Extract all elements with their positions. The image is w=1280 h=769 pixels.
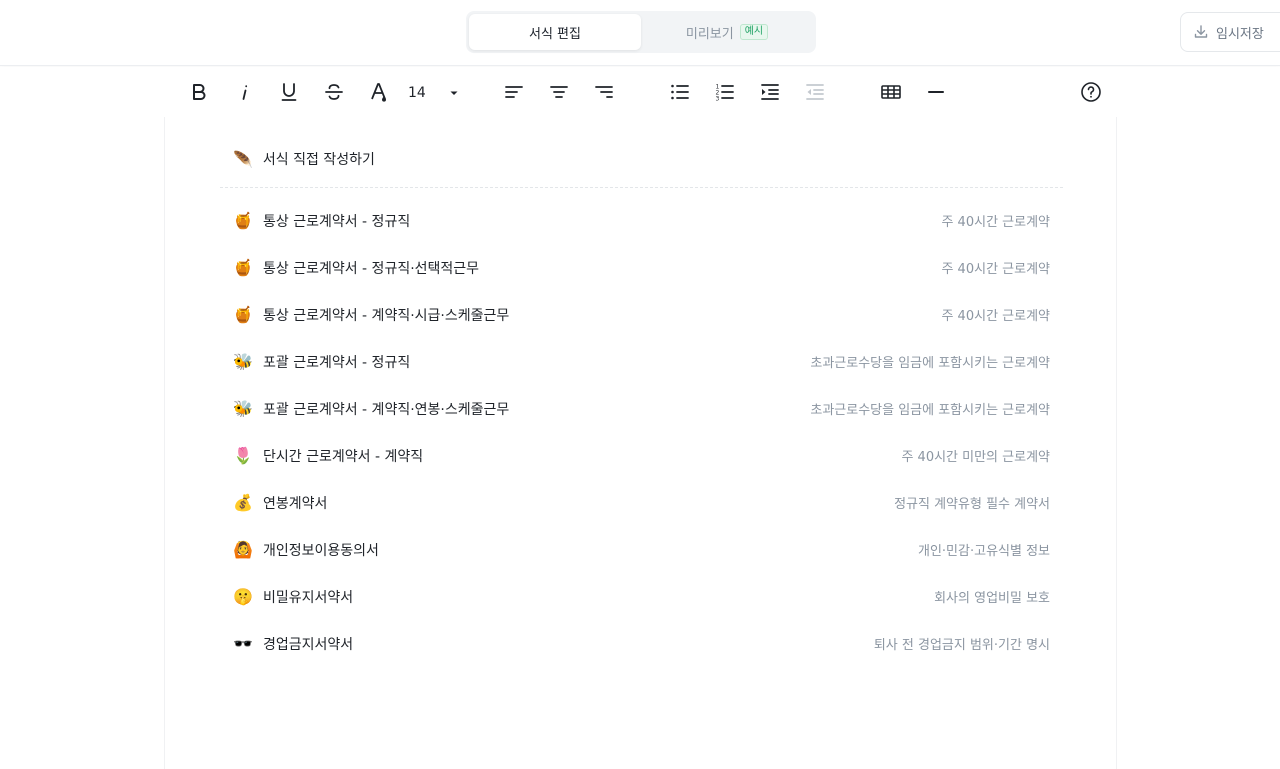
- template-item[interactable]: 🐝 포괄 근로계약서 - 계약직·연봉·스케줄근무 초과근로수당을 임금에 포함…: [220, 385, 1063, 432]
- horizontal-rule-button[interactable]: [922, 78, 950, 106]
- template-description: 회사의 영업비밀 보호: [934, 591, 1050, 606]
- template-list: 🍯 통상 근로계약서 - 정규직 주 40시간 근로계약 🍯 통상 근로계약서 …: [220, 197, 1063, 667]
- italic-button[interactable]: [230, 78, 258, 106]
- bullet-list-button[interactable]: [666, 78, 694, 106]
- temp-save-label: 임시저장: [1216, 26, 1264, 42]
- template-description: 정규직 계약유형 필수 계약서: [894, 497, 1050, 512]
- template-item[interactable]: 🕶️ 경업금지서약서 퇴사 전 경업금지 범위·기간 명시: [220, 620, 1063, 667]
- template-description: 주 40시간 근로계약: [941, 309, 1050, 324]
- template-title: 통상 근로계약서 - 정규직·선택적근무: [263, 260, 480, 277]
- indent-icon: [761, 84, 779, 100]
- tab-edit-format[interactable]: 서식 편집: [469, 14, 641, 50]
- honey-pot-icon: 🍯: [233, 257, 253, 277]
- bee-icon: 🐝: [233, 351, 253, 371]
- template-description: 주 40시간 근로계약: [941, 262, 1050, 277]
- tulip-icon: 🌷: [233, 445, 253, 465]
- template-title: 포괄 근로계약서 - 정규직: [263, 354, 411, 371]
- help-button[interactable]: [1077, 78, 1105, 106]
- outdent-button[interactable]: [801, 78, 829, 106]
- numbered-list-icon: 123: [716, 84, 734, 103]
- bee-icon: 🐝: [233, 398, 253, 418]
- template-title: 연봉계약서: [263, 495, 328, 512]
- align-left-button[interactable]: [500, 78, 528, 106]
- template-item[interactable]: 🙆 개인정보이용동의서 개인·민감·고유식별 정보: [220, 526, 1063, 573]
- outdent-icon: [806, 84, 824, 100]
- mode-toggle: 서식 편집 미리보기 예시: [466, 11, 816, 53]
- align-right-button[interactable]: [590, 78, 618, 106]
- template-description: 개인·민감·고유식별 정보: [918, 544, 1050, 559]
- template-description: 초과근로수당을 임금에 포함시키는 근로계약: [810, 356, 1050, 371]
- template-item[interactable]: 🐝 포괄 근로계약서 - 정규직 초과근로수당을 임금에 포함시키는 근로계약: [220, 338, 1063, 385]
- align-center-button[interactable]: [545, 78, 573, 106]
- template-description: 주 40시간 근로계약: [941, 215, 1050, 230]
- money-bag-icon: 💰: [233, 492, 253, 512]
- template-title: 개인정보이용동의서: [263, 542, 379, 559]
- align-left-icon: [505, 86, 523, 98]
- template-description: 퇴사 전 경업금지 범위·기간 명시: [873, 638, 1050, 653]
- help-icon: [1081, 82, 1101, 102]
- font-size-value: 14: [408, 85, 426, 101]
- template-title: 통상 근로계약서 - 정규직: [263, 213, 411, 230]
- top-header: 서식 편집 미리보기 예시 임시저장: [0, 0, 1280, 66]
- align-center-icon: [550, 86, 568, 98]
- bold-button[interactable]: [185, 78, 213, 106]
- underline-button[interactable]: [275, 78, 303, 106]
- template-item[interactable]: 🍯 통상 근로계약서 - 정규직 주 40시간 근로계약: [220, 197, 1063, 244]
- honey-pot-icon: 🍯: [233, 210, 253, 230]
- numbered-list-button[interactable]: 123: [711, 78, 739, 106]
- shushing-face-icon: 🤫: [233, 586, 253, 606]
- template-item[interactable]: 🤫 비밀유지서약서 회사의 영업비밀 보호: [220, 573, 1063, 620]
- download-icon: [1194, 25, 1208, 38]
- strikethrough-button[interactable]: [320, 78, 348, 106]
- template-item[interactable]: 🍯 통상 근로계약서 - 계약직·시급·스케줄근무 주 40시간 근로계약: [220, 291, 1063, 338]
- template-description: 초과근로수당을 임금에 포함시키는 근로계약: [810, 403, 1050, 418]
- template-item[interactable]: 💰 연봉계약서 정규직 계약유형 필수 계약서: [220, 479, 1063, 526]
- table-button[interactable]: [877, 78, 905, 106]
- svg-text:3: 3: [716, 96, 720, 103]
- temp-save-button[interactable]: 임시저장: [1180, 12, 1280, 52]
- tab-preview-label: 미리보기: [685, 26, 734, 42]
- tab-preview[interactable]: 미리보기 예시: [641, 14, 813, 50]
- bold-icon: [193, 84, 206, 100]
- template-item[interactable]: 🍯 통상 근로계약서 - 정규직·선택적근무 주 40시간 근로계약: [220, 244, 1063, 291]
- underline-icon: [281, 83, 297, 101]
- document-panel: 🪶 서식 직접 작성하기 🍯 통상 근로계약서 - 정규직 주 40시간 근로계…: [164, 117, 1117, 769]
- align-right-icon: [595, 86, 613, 98]
- template-title: 비밀유지서약서: [263, 589, 354, 606]
- honey-pot-icon: 🍯: [233, 304, 253, 324]
- direct-write-label: 서식 직접 작성하기: [262, 152, 375, 168]
- sunglasses-icon: 🕶️: [233, 633, 253, 653]
- horizontal-rule-icon: [928, 91, 944, 93]
- bullet-list-icon: [671, 84, 689, 100]
- tab-edit-format-label: 서식 편집: [529, 26, 581, 42]
- text-color-icon: [371, 83, 386, 102]
- person-gesturing-ok-icon: 🙆: [233, 539, 253, 559]
- caret-down-icon: [450, 91, 458, 95]
- feather-icon: 🪶: [233, 149, 253, 169]
- text-color-button[interactable]: [365, 78, 393, 106]
- template-title: 경업금지서약서: [263, 636, 354, 653]
- editor-toolbar: 14 123: [0, 67, 1280, 117]
- template-title: 통상 근로계약서 - 계약직·시급·스케줄근무: [263, 307, 510, 324]
- direct-write-option[interactable]: 🪶 서식 직접 작성하기: [233, 147, 375, 171]
- table-icon: [881, 85, 901, 99]
- indent-button[interactable]: [756, 78, 784, 106]
- template-title: 포괄 근로계약서 - 계약직·연봉·스케줄근무: [263, 401, 510, 418]
- strikethrough-icon: [325, 84, 343, 100]
- example-badge: 예시: [739, 24, 769, 40]
- italic-icon: [242, 85, 248, 100]
- font-size-select[interactable]: 14: [408, 81, 460, 105]
- template-title: 단시간 근로계약서 - 계약직: [263, 448, 424, 465]
- template-item[interactable]: 🌷 단시간 근로계약서 - 계약직 주 40시간 미만의 근로계약: [220, 432, 1063, 479]
- divider: [220, 187, 1063, 188]
- template-description: 주 40시간 미만의 근로계약: [901, 450, 1050, 465]
